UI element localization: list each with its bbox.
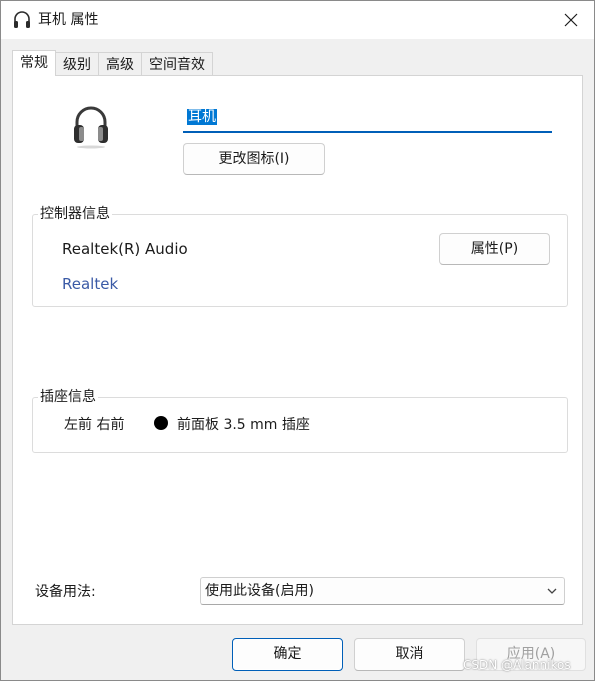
cancel-button[interactable]: 取消 — [354, 638, 465, 671]
watermark-text: CSDN @Alannikos — [463, 658, 571, 672]
device-usage-selected: 使用此设备(启用) — [205, 583, 314, 599]
window-title: 耳机 属性 — [38, 12, 99, 28]
tab-strip: 常规 级别 高级 空间音效 — [12, 50, 213, 76]
device-usage-label: 设备用法: — [35, 584, 96, 600]
controller-info-label: 控制器信息 — [38, 205, 112, 223]
chevron-down-icon — [547, 588, 557, 594]
tab-levels[interactable]: 级别 — [55, 52, 99, 76]
tab-advanced[interactable]: 高级 — [98, 52, 142, 76]
general-tab-panel: 耳机 更改图标(I) 控制器信息 Realtek(R) Audio 属性(P) … — [12, 75, 583, 625]
controller-vendor-link[interactable]: Realtek — [62, 274, 118, 294]
device-name-selected-text: 耳机 — [187, 109, 217, 125]
change-icon-button[interactable]: 更改图标(I) — [183, 143, 325, 175]
ok-button[interactable]: 确定 — [232, 638, 343, 671]
jack-color-dot — [154, 416, 168, 430]
close-button[interactable] — [548, 1, 594, 39]
controller-properties-button[interactable]: 属性(P) — [439, 233, 550, 265]
controller-name: Realtek(R) Audio — [62, 240, 188, 258]
headphones-device-icon — [74, 106, 108, 149]
close-icon — [564, 13, 578, 27]
jack-position: 左前 右前 — [64, 417, 125, 433]
jack-info-label: 插座信息 — [38, 388, 98, 406]
device-usage-select[interactable]: 使用此设备(启用) — [200, 577, 565, 605]
properties-dialog: 耳机 属性 常规 级别 高级 空间音效 耳机 更改图标(I) 控制器信息 Rea… — [0, 0, 595, 681]
device-name-input[interactable]: 耳机 — [183, 104, 552, 133]
title-bar: 耳机 属性 — [1, 1, 594, 39]
headphones-icon — [14, 11, 30, 28]
jack-description: 前面板 3.5 mm 插座 — [177, 417, 310, 433]
tab-general[interactable]: 常规 — [12, 50, 56, 76]
tab-spatial-sound[interactable]: 空间音效 — [141, 52, 213, 76]
